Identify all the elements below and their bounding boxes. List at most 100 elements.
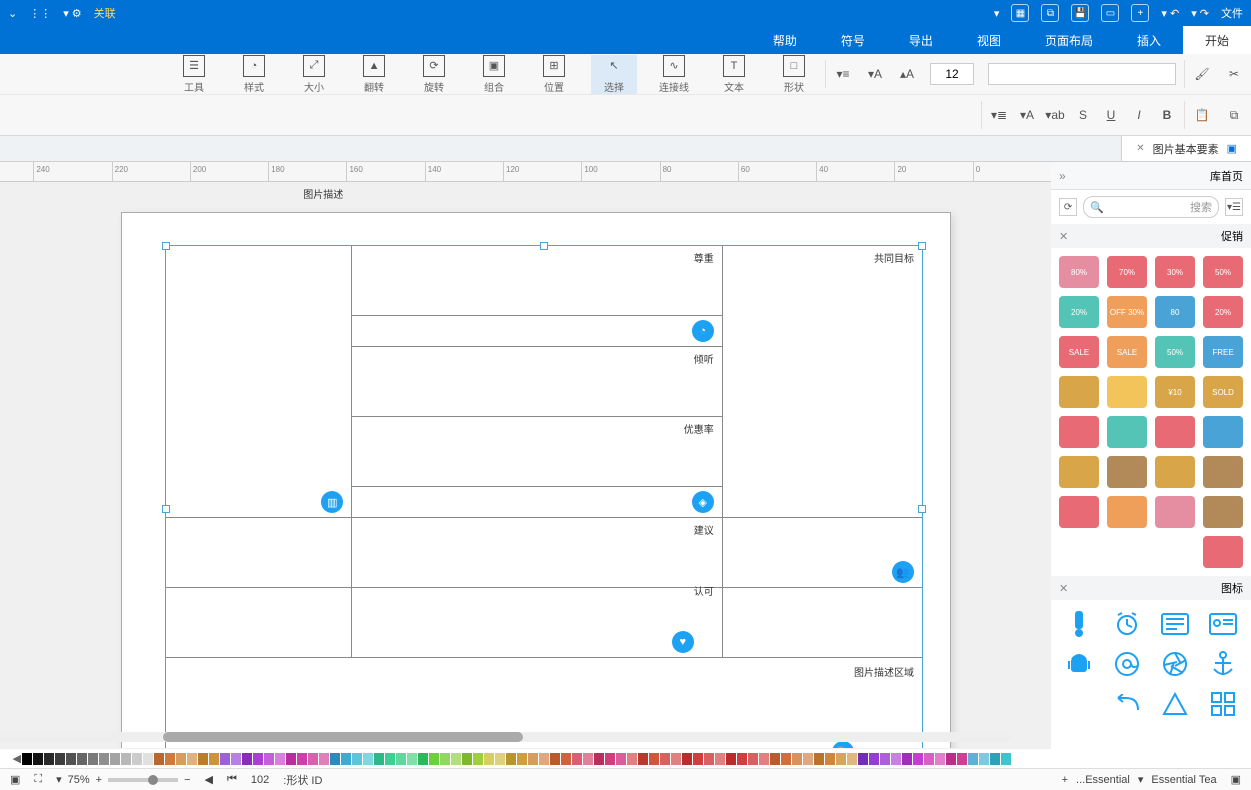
color-swatch[interactable] — [671, 753, 681, 765]
color-swatch[interactable] — [814, 753, 824, 765]
extra-menu[interactable]: 关联 — [94, 5, 116, 21]
at-icon[interactable] — [1107, 648, 1147, 680]
color-swatch[interactable] — [253, 753, 263, 765]
color-swatch[interactable] — [330, 753, 340, 765]
color-swatch[interactable] — [704, 753, 714, 765]
color-swatch[interactable] — [649, 753, 659, 765]
promo-shape[interactable]: 20% — [1059, 296, 1099, 328]
refresh-icon[interactable]: ⟳ — [1059, 198, 1077, 216]
promo-shape[interactable] — [1107, 496, 1147, 528]
color-swatch[interactable] — [132, 753, 142, 765]
promo-shape[interactable]: 20% — [1203, 296, 1243, 328]
color-swatch[interactable] — [55, 753, 65, 765]
color-swatch[interactable] — [924, 753, 934, 765]
tab-export[interactable]: 导出 — [887, 26, 955, 54]
color-swatch[interactable] — [44, 753, 54, 765]
color-swatch[interactable] — [407, 753, 417, 765]
color-swatch[interactable] — [968, 753, 978, 765]
page-tab[interactable]: Essential... — [1076, 774, 1130, 786]
promo-shape[interactable] — [1107, 416, 1147, 448]
promo-shape[interactable]: ¥10 — [1155, 376, 1195, 408]
tab-insert[interactable]: 插入 — [1115, 26, 1183, 54]
ribbon-组合-button[interactable]: ▣组合 — [471, 55, 517, 94]
color-swatch[interactable] — [462, 753, 472, 765]
italic-icon[interactable]: I — [1130, 106, 1148, 124]
canvas[interactable]: 共同目标 尊重 图片描述▥ ◔ 倾听 优惠率 ◈ 👥 建议 — [0, 182, 1051, 748]
redo-icon[interactable]: ↷ ▾ — [1191, 7, 1209, 20]
ribbon-翻转-button[interactable]: ▲翻转 — [351, 55, 397, 94]
promo-shape[interactable] — [1203, 536, 1243, 568]
paint-icon[interactable]: 🖌 — [1193, 65, 1211, 83]
color-swatch[interactable] — [264, 753, 274, 765]
color-swatch[interactable] — [847, 753, 857, 765]
promo-shape[interactable]: 30% — [1155, 256, 1195, 288]
win-new-icon[interactable]: + — [1131, 4, 1149, 22]
color-swatch[interactable] — [913, 753, 923, 765]
promo-shape[interactable]: 50% — [1203, 256, 1243, 288]
color-swatch[interactable] — [429, 753, 439, 765]
page-tab[interactable]: Essential Tea — [1151, 774, 1216, 786]
color-swatch[interactable] — [110, 753, 120, 765]
alarm-clock-icon[interactable] — [1107, 608, 1147, 640]
promo-shape[interactable] — [1203, 416, 1243, 448]
color-swatch[interactable] — [176, 753, 186, 765]
color-swatch[interactable] — [737, 753, 747, 765]
underline-icon[interactable]: U — [1102, 106, 1120, 124]
promo-shape[interactable] — [1155, 496, 1195, 528]
color-swatch[interactable] — [495, 753, 505, 765]
color-swatch[interactable] — [154, 753, 164, 765]
undo-icon[interactable]: ↶ ▾ — [1161, 7, 1179, 20]
color-swatch[interactable] — [869, 753, 879, 765]
promo-shape[interactable]: 50% — [1155, 336, 1195, 368]
color-swatch[interactable] — [319, 753, 329, 765]
grid-icon[interactable] — [1203, 688, 1243, 720]
color-swatch[interactable] — [121, 753, 131, 765]
collapse-icon[interactable]: « — [1059, 169, 1066, 183]
promo-shape[interactable]: 30% OFF — [1107, 296, 1147, 328]
color-swatch[interactable] — [880, 753, 890, 765]
color-swatch[interactable] — [352, 753, 362, 765]
color-swatch[interactable] — [187, 753, 197, 765]
font-dec-icon[interactable]: A▾ — [866, 65, 884, 83]
fullscreen-icon[interactable]: ⛶ — [34, 773, 42, 786]
color-swatch[interactable] — [770, 753, 780, 765]
color-swatch[interactable] — [143, 753, 153, 765]
promo-shape[interactable]: SALE — [1107, 336, 1147, 368]
font-size-input[interactable] — [930, 63, 974, 85]
color-swatch[interactable] — [99, 753, 109, 765]
promo-shape[interactable] — [1059, 416, 1099, 448]
zoom-in-icon[interactable]: + — [96, 774, 102, 786]
color-swatch[interactable] — [297, 753, 307, 765]
promo-shape[interactable] — [1059, 456, 1099, 488]
color-swatch[interactable] — [231, 753, 241, 765]
ribbon-大小-button[interactable]: ⤢大小 — [291, 55, 337, 94]
chevron-down-icon[interactable]: ⌄ — [8, 7, 17, 20]
promo-shape[interactable] — [1107, 456, 1147, 488]
win-copy-icon[interactable]: ⧉ — [1041, 4, 1059, 22]
color-swatch[interactable] — [286, 753, 296, 765]
color-swatch[interactable] — [693, 753, 703, 765]
ribbon-形状-button[interactable]: □形状 — [771, 55, 817, 94]
ribbon-位置-button[interactable]: ⊞位置 — [531, 55, 577, 94]
view-icon[interactable]: ▣ — [1231, 773, 1241, 786]
color-swatch[interactable] — [220, 753, 230, 765]
paste-icon[interactable]: 📋 — [1193, 106, 1211, 124]
promo-shape[interactable] — [1203, 496, 1243, 528]
cut-icon[interactable]: ✂ — [1225, 65, 1243, 83]
color-swatch[interactable] — [308, 753, 318, 765]
textcolor-icon[interactable]: ab▾ — [1046, 106, 1064, 124]
aperture-icon[interactable] — [1155, 648, 1195, 680]
strike-icon[interactable]: S — [1074, 106, 1092, 124]
win-grid-icon[interactable]: ▦ — [1011, 4, 1029, 22]
color-swatch[interactable] — [517, 753, 527, 765]
color-swatch[interactable] — [748, 753, 758, 765]
color-swatch[interactable] — [638, 753, 648, 765]
ribbon-选择-button[interactable]: ↖选择 — [591, 55, 637, 94]
promo-shape[interactable]: SOLD — [1203, 376, 1243, 408]
win-max-icon[interactable]: ▭ — [1101, 4, 1119, 22]
color-swatch[interactable] — [33, 753, 43, 765]
color-swatch[interactable] — [726, 753, 736, 765]
promo-shape[interactable] — [1155, 456, 1195, 488]
color-swatch[interactable] — [506, 753, 516, 765]
swatch-more-icon[interactable]: ◀ — [13, 752, 21, 765]
